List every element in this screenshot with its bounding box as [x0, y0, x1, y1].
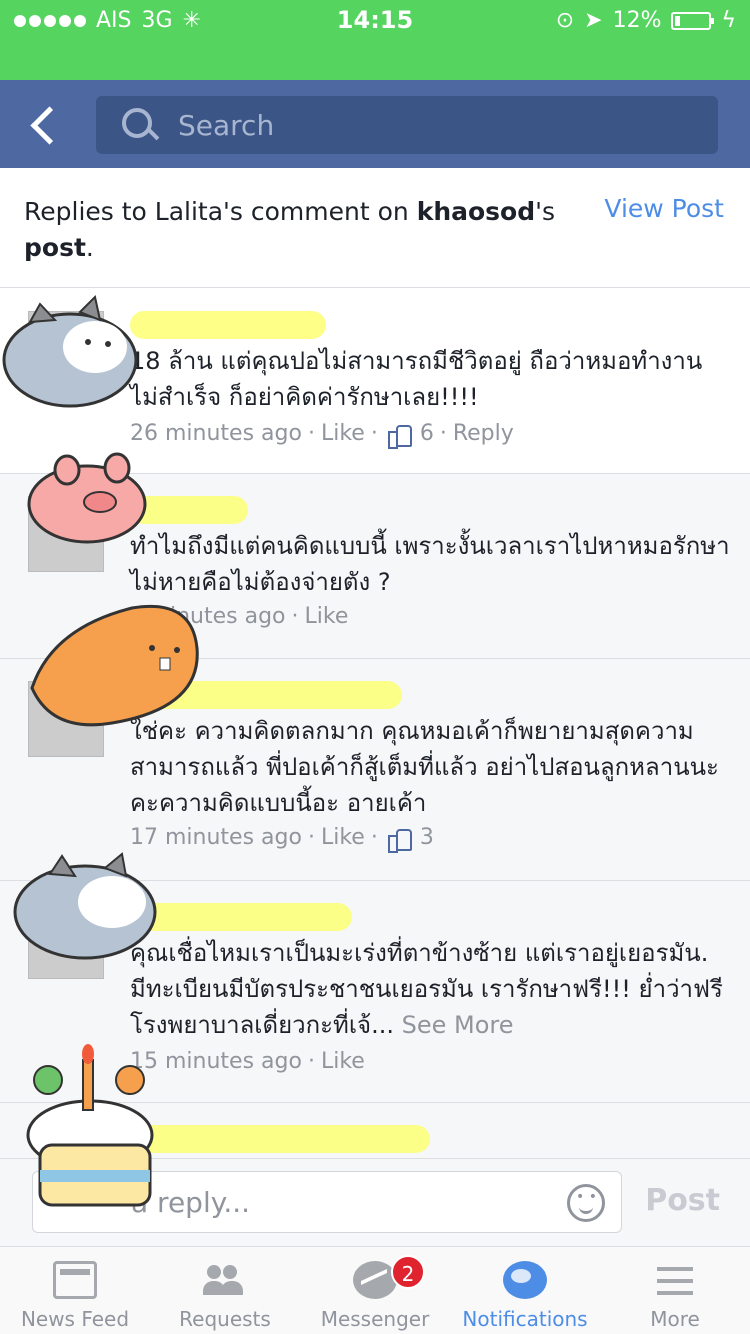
search-icon: [116, 96, 176, 154]
view-post-link[interactable]: View Post: [604, 194, 724, 223]
separator: ·: [307, 1049, 315, 1074]
commenter-name-redacted[interactable]: [130, 1125, 430, 1153]
reply-button[interactable]: Reply: [453, 421, 514, 446]
tab-label: Requests: [179, 1307, 271, 1331]
comment-text: ทำไมถึงมีแต่คนคิดแบบนี้ เพราะงั้นเวลาเรา…: [130, 532, 730, 596]
more-icon: [653, 1261, 697, 1299]
replies-period: .: [85, 233, 94, 262]
messenger-badge: 2: [391, 1255, 425, 1289]
location-arrow-icon: ➤: [584, 8, 603, 33]
page-name[interactable]: khaosod: [417, 197, 535, 226]
like-button[interactable]: Like: [321, 1049, 365, 1074]
comment-text: คุณเชื่อไหมเราเป็นมะเร่งที่ตาข้างซ้าย แต…: [130, 935, 730, 1043]
see-more-link[interactable]: See More: [402, 1011, 514, 1039]
separator: ·: [439, 421, 447, 446]
battery-percent: 12%: [612, 8, 662, 33]
comment-meta: 17 minutes ago · Like · 3: [130, 825, 434, 853]
search-placeholder: Search: [178, 108, 275, 142]
comment-meta: 26 minutes ago · Like · 6 · Reply: [130, 421, 514, 449]
pig-sticker-icon: [27, 452, 147, 544]
post-button[interactable]: Post: [645, 1183, 720, 1218]
tab-messenger[interactable]: 2 Messenger: [300, 1247, 450, 1334]
tab-label: More: [650, 1307, 700, 1331]
status-bar: AIS 3G ✳ 14:15 ⊙ ➤ 12% ϟ: [0, 0, 750, 80]
notifications-icon: [503, 1261, 547, 1299]
status-right: ⊙ ➤ 12% ϟ: [556, 8, 736, 33]
like-count[interactable]: 6: [420, 421, 434, 446]
comment-text: 18 ล้าน แต่คุณปอไม่สามารถมีชีวิตอยู่ ถือ…: [130, 347, 703, 411]
birthday-cake-sticker-icon: [26, 1044, 154, 1207]
sticker-smiley-icon[interactable]: [567, 1184, 605, 1222]
replies-title: Replies to Lalita's comment on khaosod's…: [24, 194, 584, 266]
replies-suffix: 's: [535, 197, 556, 226]
hamster-sticker-icon: [30, 604, 199, 727]
comment-time: 26 minutes ago: [130, 421, 302, 446]
like-button[interactable]: Like: [305, 604, 349, 629]
commenter-name-redacted[interactable]: [130, 311, 326, 339]
tab-requests[interactable]: Requests: [150, 1247, 300, 1334]
like-count[interactable]: 3: [420, 825, 434, 850]
tab-news-feed[interactable]: News Feed: [0, 1247, 150, 1334]
back-chevron-icon[interactable]: [26, 102, 66, 146]
thumbs-up-icon: [387, 423, 412, 449]
comment-meta: 15 minutes ago · Like: [130, 1049, 365, 1074]
separator: ·: [370, 825, 378, 850]
messenger-icon: [353, 1261, 397, 1299]
thumbs-up-icon: [387, 827, 412, 853]
post-link[interactable]: post: [24, 233, 86, 262]
separator: ·: [370, 421, 378, 446]
requests-icon: [203, 1261, 247, 1299]
battery-icon: [671, 11, 715, 30]
separator: ·: [291, 604, 299, 629]
charging-bolt-icon: ϟ: [721, 8, 736, 33]
replies-header: Replies to Lalita's comment on khaosod's…: [0, 168, 750, 288]
rotation-lock-icon: ⊙: [555, 8, 575, 33]
separator: ·: [307, 421, 315, 446]
separator: ·: [307, 825, 315, 850]
tab-label: Messenger: [320, 1307, 430, 1331]
tab-notifications[interactable]: Notifications: [450, 1247, 600, 1334]
replies-prefix: Replies to Lalita's comment on: [24, 197, 417, 226]
news-feed-icon: [53, 1261, 97, 1299]
bottom-tab-bar: News Feed Requests 2 Messenger Notificat…: [0, 1246, 750, 1334]
search-input[interactable]: Search: [96, 96, 718, 154]
comment-text: ใช่คะ ความคิดตลกมาก คุณหมอเค้าก็พยายามสุ…: [130, 717, 719, 817]
app-header: Search: [0, 80, 750, 168]
commenter-name-redacted[interactable]: [130, 903, 352, 931]
tab-more[interactable]: More: [600, 1247, 750, 1334]
tab-label: Notifications: [462, 1307, 588, 1331]
tab-label: News Feed: [20, 1307, 130, 1331]
like-button[interactable]: Like: [321, 421, 365, 446]
comment-time: 17 minutes ago: [130, 825, 302, 850]
like-button[interactable]: Like: [321, 825, 365, 850]
cat-sticker-icon: [2, 294, 138, 408]
cat-sticker-icon: [13, 852, 157, 960]
